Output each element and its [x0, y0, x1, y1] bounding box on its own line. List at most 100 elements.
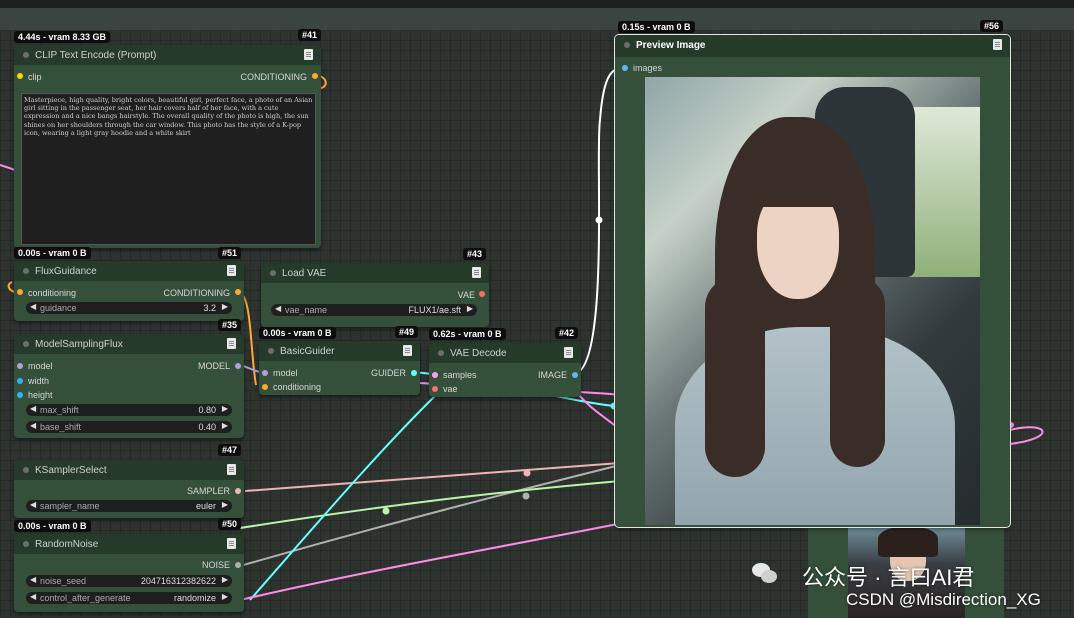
collapse-dot[interactable]: [23, 268, 29, 274]
guider-conditioning-input-label: conditioning: [273, 382, 322, 392]
control-after-generate-value: randomize: [173, 593, 216, 603]
vae-name-widget[interactable]: ◀ vae_name FLUX1/ae.sft ▶: [271, 304, 477, 316]
base-shift-label: base_shift: [40, 422, 82, 432]
vae-decode-node[interactable]: VAE Decode samples vae IMAGE: [429, 343, 581, 397]
node-menu-icon[interactable]: [227, 464, 236, 475]
guider-model-input-dot[interactable]: [262, 370, 268, 376]
decrement-arrow-icon[interactable]: ◀: [30, 421, 36, 430]
load-vae-title: Load VAE: [282, 268, 327, 279]
max-shift-widget[interactable]: ◀ max_shift 0.80 ▶: [26, 404, 232, 416]
generated-image[interactable]: [645, 77, 980, 525]
decrement-arrow-icon[interactable]: ◀: [30, 575, 36, 584]
decrement-arrow-icon[interactable]: ◀: [30, 592, 36, 601]
model-sampling-node-id: #35: [218, 319, 242, 331]
increment-arrow-icon[interactable]: ▶: [222, 302, 228, 311]
increment-arrow-icon[interactable]: ▶: [222, 404, 228, 413]
preview-timing-badge: 0.15s - vram 0 B: [618, 21, 695, 33]
collapse-dot[interactable]: [270, 270, 276, 276]
guider-output-label: GUIDER: [370, 368, 406, 378]
flux-guidance-input-dot[interactable]: [17, 289, 23, 295]
clip-node-header[interactable]: CLIP Text Encode (Prompt): [14, 45, 321, 65]
increment-arrow-icon[interactable]: ▶: [222, 575, 228, 584]
node-menu-icon[interactable]: [472, 267, 481, 278]
noise-output-label: NOISE: [201, 560, 230, 570]
guider-conditioning-input-dot[interactable]: [262, 384, 268, 390]
flux-guidance-output-dot[interactable]: [235, 289, 241, 295]
node-menu-icon[interactable]: [227, 265, 236, 276]
flux-guidance-output-label: CONDITIONING: [163, 288, 231, 298]
clip-output-dot[interactable]: [312, 73, 318, 79]
node-menu-icon[interactable]: [227, 338, 236, 349]
random-noise-title: RandomNoise: [35, 539, 99, 550]
vae-input-dot[interactable]: [432, 386, 438, 392]
guidance-value: 3.2: [203, 303, 216, 313]
load-vae-output-dot[interactable]: [479, 291, 485, 297]
load-vae-node[interactable]: Load VAE VAE ◀ vae_name FLUX1/ae.sft ▶: [261, 263, 489, 327]
preview-header[interactable]: Preview Image: [615, 35, 1010, 57]
increment-arrow-icon[interactable]: ▶: [467, 304, 473, 313]
clip-node-id: #41: [298, 29, 322, 41]
increment-arrow-icon[interactable]: ▶: [222, 421, 228, 430]
basic-guider-node-id: #49: [395, 326, 419, 338]
guidance-widget[interactable]: ◀ guidance 3.2 ▶: [26, 302, 232, 314]
collapse-dot[interactable]: [624, 42, 630, 48]
wire-noise: [239, 464, 621, 567]
collapse-dot[interactable]: [23, 341, 29, 347]
model-sampling-header[interactable]: ModelSamplingFlux: [14, 334, 244, 354]
samples-input-dot[interactable]: [432, 372, 438, 378]
prompt-textarea[interactable]: Masterpiece, high quality, bright colors…: [21, 93, 316, 245]
decrement-arrow-icon[interactable]: ◀: [275, 304, 281, 313]
decrement-arrow-icon[interactable]: ◀: [30, 500, 36, 509]
collapse-dot[interactable]: [438, 350, 444, 356]
collapse-dot[interactable]: [268, 348, 274, 354]
height-input-dot[interactable]: [17, 392, 23, 398]
decrement-arrow-icon[interactable]: ◀: [30, 404, 36, 413]
sampler-name-widget[interactable]: ◀ sampler_name euler ▶: [26, 500, 232, 512]
ksampler-select-header[interactable]: KSamplerSelect: [14, 460, 244, 480]
image-output-dot[interactable]: [572, 372, 578, 378]
width-input-dot[interactable]: [17, 378, 23, 384]
collapse-dot[interactable]: [23, 467, 29, 473]
ksampler-select-node[interactable]: KSamplerSelect SAMPLER ◀ sampler_name eu…: [14, 460, 244, 518]
collapse-dot[interactable]: [23, 541, 29, 547]
vae-name-value: FLUX1/ae.sft: [408, 305, 461, 315]
model-sampling-flux-node[interactable]: ModelSamplingFlux model width height MOD…: [14, 334, 244, 438]
basic-guider-node[interactable]: BasicGuider model conditioning GUIDER: [259, 341, 420, 395]
load-vae-header[interactable]: Load VAE: [261, 263, 489, 283]
node-menu-icon[interactable]: [403, 345, 412, 356]
collapse-dot[interactable]: [23, 52, 29, 58]
node-menu-icon[interactable]: [993, 39, 1002, 50]
random-noise-header[interactable]: RandomNoise: [14, 534, 244, 554]
node-menu-icon[interactable]: [304, 49, 313, 60]
model-input-label: model: [28, 361, 53, 371]
random-noise-timing-badge: 0.00s - vram 0 B: [14, 520, 91, 532]
flux-guidance-timing-badge: 0.00s - vram 0 B: [14, 247, 91, 259]
clip-text-encode-node[interactable]: CLIP Text Encode (Prompt) clip CONDITION…: [14, 45, 321, 248]
noise-output-dot[interactable]: [235, 562, 241, 568]
images-input-dot[interactable]: [622, 65, 628, 71]
load-vae-output-label: VAE: [457, 290, 475, 300]
model-input-dot[interactable]: [17, 363, 23, 369]
vae-decode-header[interactable]: VAE Decode: [429, 343, 581, 363]
node-menu-icon[interactable]: [564, 347, 573, 358]
flux-guidance-header[interactable]: FluxGuidance: [14, 261, 244, 281]
base-shift-widget[interactable]: ◀ base_shift 0.40 ▶: [26, 421, 232, 433]
wechat-icon: [752, 563, 778, 585]
guider-output-dot[interactable]: [411, 370, 417, 376]
sampler-name-value: euler: [195, 501, 216, 511]
increment-arrow-icon[interactable]: ▶: [222, 500, 228, 509]
random-noise-node[interactable]: RandomNoise NOISE ◀ noise_seed 204716312…: [14, 534, 244, 612]
basic-guider-header[interactable]: BasicGuider: [259, 341, 420, 361]
decrement-arrow-icon[interactable]: ◀: [30, 302, 36, 311]
model-output-dot[interactable]: [235, 363, 241, 369]
clip-input-label: clip: [28, 72, 42, 82]
preview-image-node[interactable]: Preview Image images: [614, 34, 1011, 528]
node-menu-icon[interactable]: [227, 538, 236, 549]
flux-guidance-node[interactable]: FluxGuidance conditioning CONDITIONING ◀…: [14, 261, 244, 321]
height-input-label: height: [28, 390, 53, 400]
sampler-output-dot[interactable]: [235, 488, 241, 494]
increment-arrow-icon[interactable]: ▶: [222, 592, 228, 601]
clip-input-dot[interactable]: [17, 73, 23, 79]
noise-seed-widget[interactable]: ◀ noise_seed 204716312382622 ▶: [26, 575, 232, 587]
control-after-generate-widget[interactable]: ◀ control_after_generate randomize ▶: [26, 592, 232, 604]
